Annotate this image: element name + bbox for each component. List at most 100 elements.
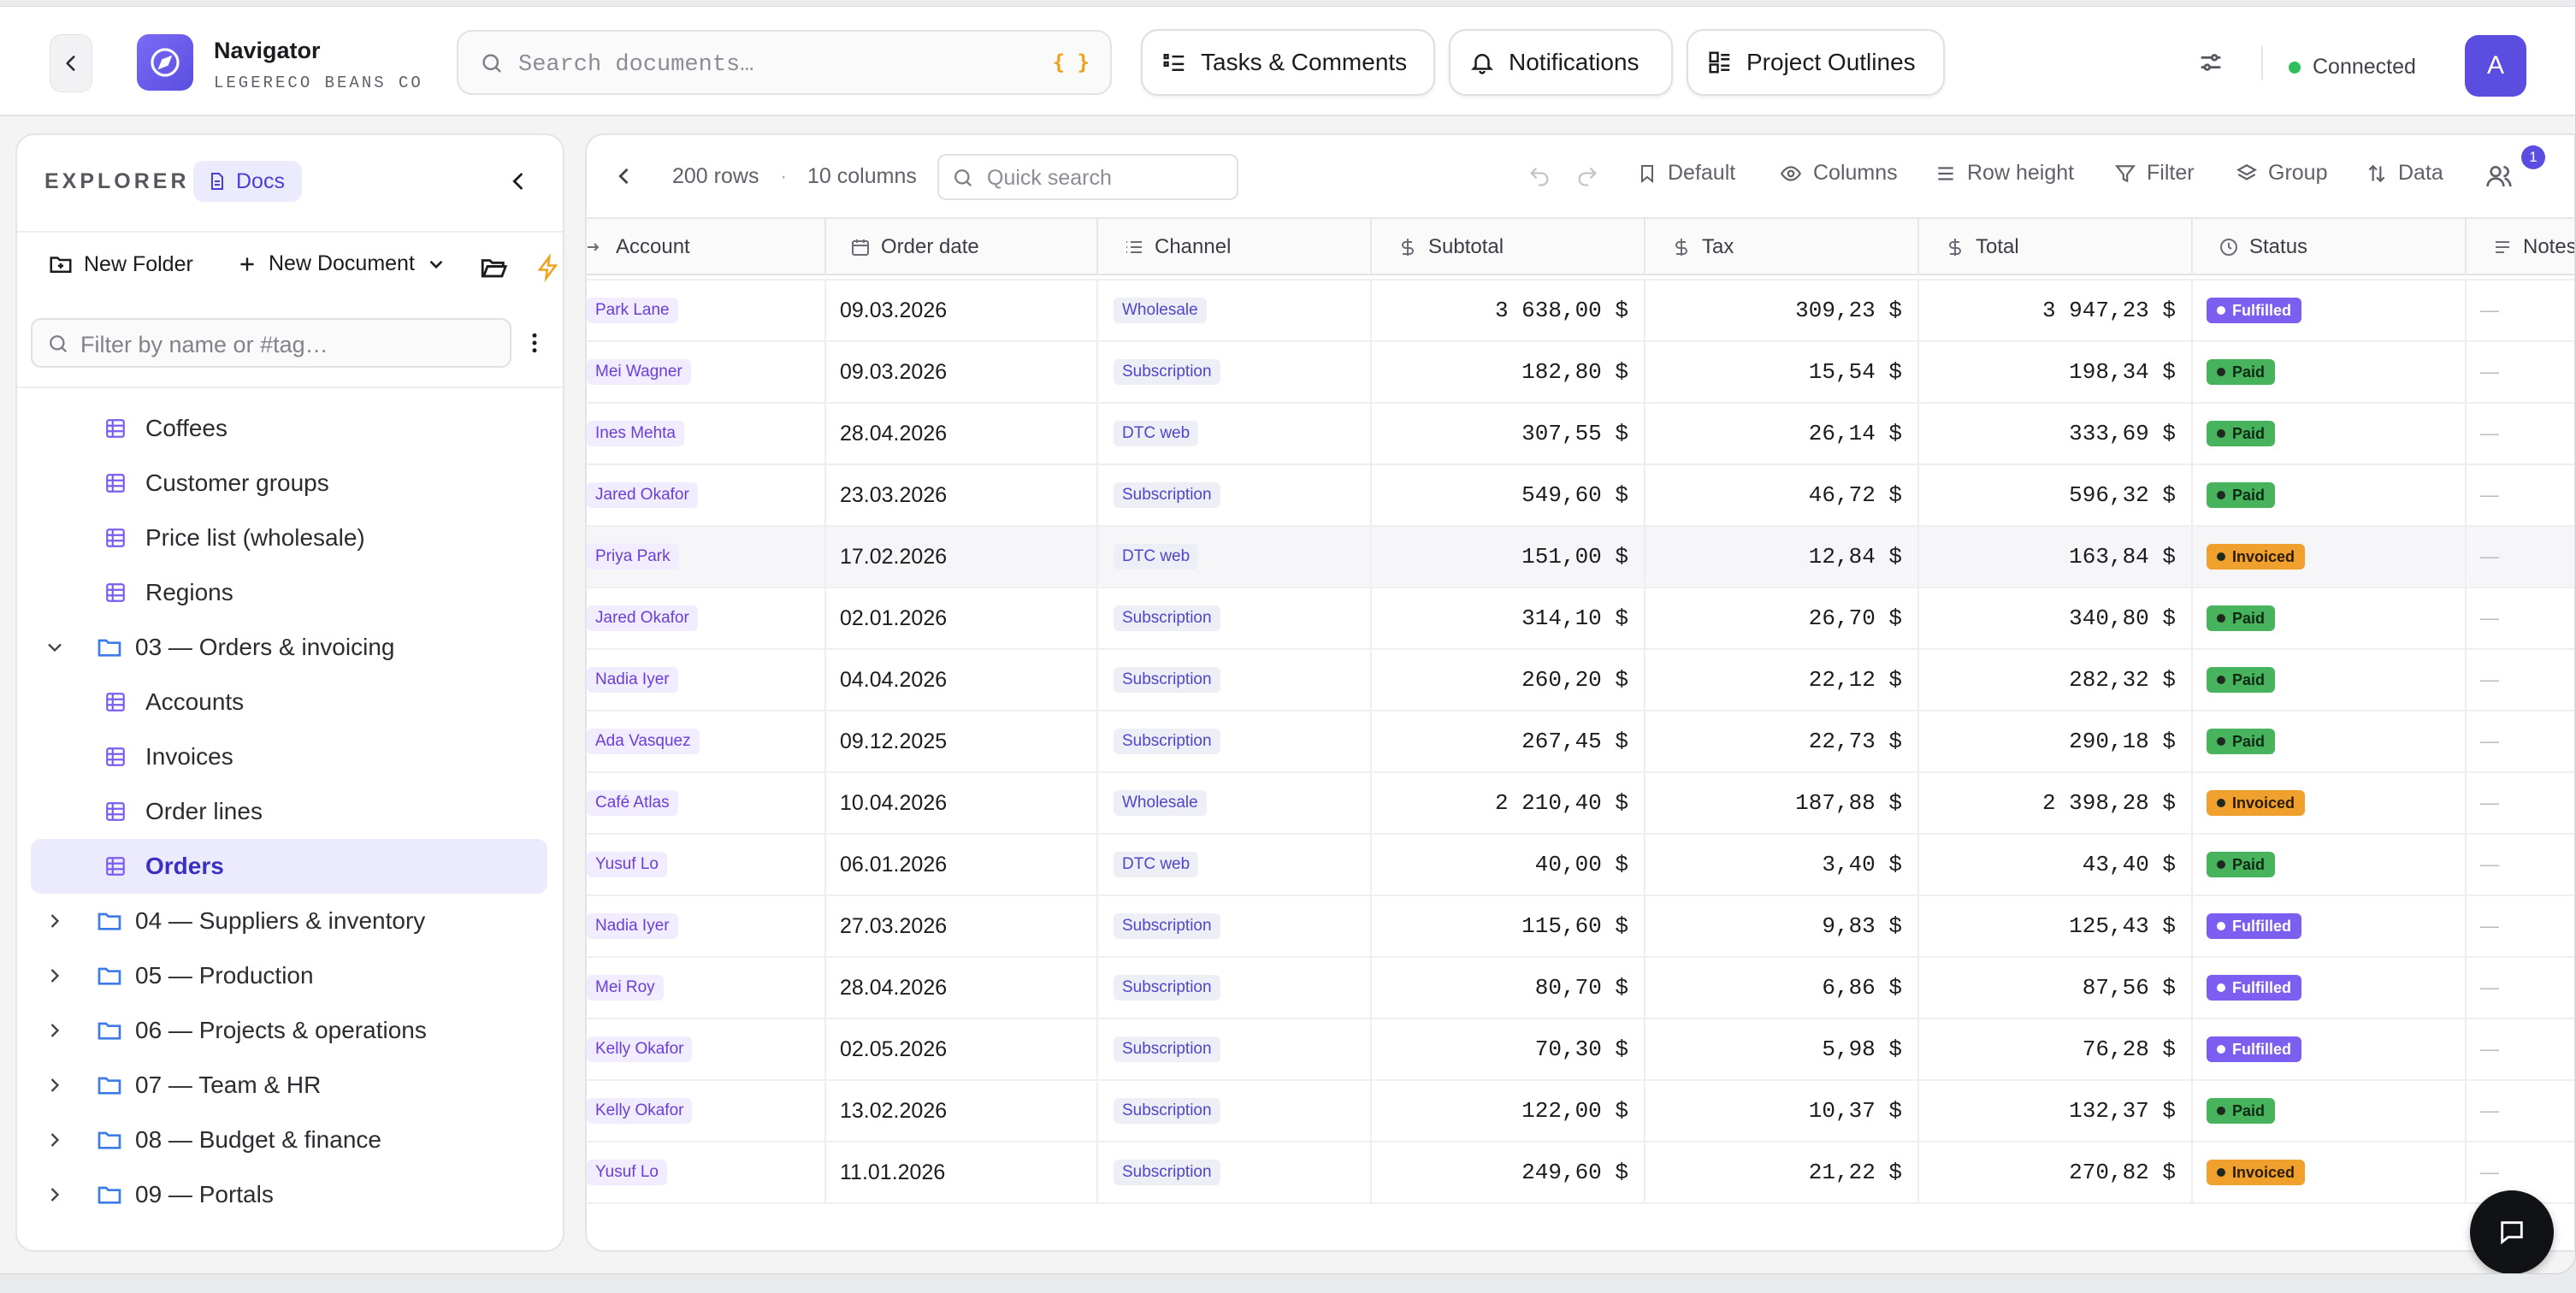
cell-status[interactable]: Paid [2193,650,2467,710]
cell-order-date[interactable]: 09.12.2025 [824,711,1098,771]
column-header[interactable]: Subtotal [1372,219,1645,275]
collaborators-icon[interactable] [2485,162,2513,190]
column-header[interactable]: Total [1919,219,2193,275]
table-row[interactable]: Jared Okafor 23.03.2026 Subscription 549,60… [587,465,2574,527]
tree-item-folder[interactable]: 09 — Portals [31,1167,547,1222]
cell-status[interactable]: Paid [2193,588,2467,648]
cell-account[interactable]: Café Atlas [587,773,826,833]
tree-item-folder[interactable]: 03 — Orders & invoicing [31,620,547,675]
cell-account[interactable]: Mei Roy [587,958,826,1018]
cell-tax[interactable]: 26,70 $ [1645,588,1919,648]
cell-notes[interactable]: — [2467,896,2574,956]
cell-channel[interactable]: Subscription [1098,958,1372,1018]
cell-order-date[interactable]: 06.01.2026 [824,835,1098,894]
table-row[interactable]: Jared Okafor 02.01.2026 Subscription 314,10… [587,588,2574,650]
cell-account[interactable]: Yusuf Lo [587,835,826,894]
tree-item-document[interactable]: Coffees [31,401,547,456]
cell-status[interactable]: Paid [2193,465,2467,525]
cell-notes[interactable]: — [2467,1019,2574,1079]
cell-total[interactable]: 270,82 $ [1919,1142,2193,1202]
columns-button[interactable]: Columns [1779,161,1898,186]
notifications-button[interactable]: Notifications [1449,29,1673,96]
cell-subtotal[interactable]: 70,30 $ [1372,1019,1645,1079]
table-row[interactable]: Mei Wagner 09.03.2026 Subscription 182,80 $… [587,342,2574,404]
cell-status[interactable]: Paid [2193,1081,2467,1141]
cell-subtotal[interactable]: 307,55 $ [1372,404,1645,463]
cell-status[interactable]: Invoiced [2193,773,2467,833]
cell-order-date[interactable]: 02.01.2026 [824,588,1098,648]
tree-item-folder[interactable]: 06 — Projects & operations [31,1003,547,1058]
cell-status[interactable]: Fulfilled [2193,958,2467,1018]
cell-subtotal[interactable]: 260,20 $ [1372,650,1645,710]
cell-account[interactable]: Ines Mehta [587,404,826,463]
cell-total[interactable]: 163,84 $ [1919,527,2193,587]
table-row[interactable]: Café Atlas 10.04.2026 Wholesale 2 210,40 $ 1… [587,773,2574,835]
new-folder-button[interactable]: New Folder [48,251,193,277]
cell-total[interactable]: 282,32 $ [1919,650,2193,710]
cell-order-date[interactable]: 17.02.2026 [824,527,1098,587]
cell-total[interactable]: 340,80 $ [1919,588,2193,648]
cell-channel[interactable]: Subscription [1098,896,1372,956]
cell-account[interactable]: Kelly Okafor [587,1019,826,1079]
cell-total[interactable]: 125,43 $ [1919,896,2193,956]
table-row[interactable]: Park Lane 09.03.2026 Wholesale 3 638,00 $ 30… [587,280,2574,342]
collapse-sidebar-icon[interactable] [506,169,530,193]
table-row[interactable]: Nadia Iyer 04.04.2026 Subscription 260,20 $… [587,650,2574,711]
cell-channel[interactable]: Subscription [1098,465,1372,525]
cell-status[interactable]: Fulfilled [2193,280,2467,340]
default-view-button[interactable]: Default [1637,161,1735,186]
project-outlines-button[interactable]: Project Outlines [1687,29,1945,96]
cell-order-date[interactable]: 13.02.2026 [824,1081,1098,1141]
group-button[interactable]: Group [2236,161,2327,186]
column-header[interactable]: Account [587,219,826,275]
cell-order-date[interactable]: 10.04.2026 [824,773,1098,833]
cell-tax[interactable]: 309,23 $ [1645,280,1919,340]
cell-subtotal[interactable]: 115,60 $ [1372,896,1645,956]
redo-icon[interactable] [1575,164,1599,188]
column-header[interactable]: Status [2193,219,2467,275]
cell-channel[interactable]: DTC web [1098,835,1372,894]
cell-channel[interactable]: Subscription [1098,588,1372,648]
cell-status[interactable]: Paid [2193,404,2467,463]
filter-input[interactable]: Filter by name or #tag… [31,318,511,368]
tree-item-document[interactable]: Order lines [31,784,547,839]
cell-subtotal[interactable]: 122,00 $ [1372,1081,1645,1141]
cell-subtotal[interactable]: 3 638,00 $ [1372,280,1645,340]
cell-subtotal[interactable]: 267,45 $ [1372,711,1645,771]
cell-tax[interactable]: 12,84 $ [1645,527,1919,587]
cell-subtotal[interactable]: 249,60 $ [1372,1142,1645,1202]
cell-status[interactable]: Paid [2193,835,2467,894]
cell-notes[interactable]: — [2467,280,2574,340]
cell-subtotal[interactable]: 182,80 $ [1372,342,1645,402]
table-row[interactable]: Ines Mehta 28.04.2026 DTC web 307,55 $ 26,14… [587,404,2574,465]
cell-notes[interactable]: — [2467,342,2574,402]
cell-account[interactable]: Priya Park [587,527,826,587]
column-header[interactable]: Order date [824,219,1098,275]
cell-subtotal[interactable]: 80,70 $ [1372,958,1645,1018]
cell-total[interactable]: 132,37 $ [1919,1081,2193,1141]
cell-tax[interactable]: 6,86 $ [1645,958,1919,1018]
cell-notes[interactable]: — [2467,404,2574,463]
docs-badge[interactable]: Docs [193,161,302,202]
cell-total[interactable]: 596,32 $ [1919,465,2193,525]
tree-item-document[interactable]: Price list (wholesale) [31,511,547,565]
cell-tax[interactable]: 10,37 $ [1645,1081,1919,1141]
undo-icon[interactable] [1527,164,1551,188]
cell-status[interactable]: Paid [2193,342,2467,402]
filter-button[interactable]: Filter [2114,161,2195,186]
cell-tax[interactable]: 46,72 $ [1645,465,1919,525]
cell-tax[interactable]: 3,40 $ [1645,835,1919,894]
more-vertical-icon[interactable] [522,328,547,357]
cell-tax[interactable]: 187,88 $ [1645,773,1919,833]
cell-tax[interactable]: 5,98 $ [1645,1019,1919,1079]
cell-account[interactable]: Kelly Okafor [587,1081,826,1141]
cell-total[interactable]: 87,56 $ [1919,958,2193,1018]
cell-channel[interactable]: Subscription [1098,342,1372,402]
cell-subtotal[interactable]: 314,10 $ [1372,588,1645,648]
cell-notes[interactable]: — [2467,773,2574,833]
cell-status[interactable]: Invoiced [2193,1142,2467,1202]
tree-item-document[interactable]: Invoices [31,729,547,784]
cell-notes[interactable]: — [2467,588,2574,648]
cell-notes[interactable]: — [2467,958,2574,1018]
cell-total[interactable]: 43,40 $ [1919,835,2193,894]
